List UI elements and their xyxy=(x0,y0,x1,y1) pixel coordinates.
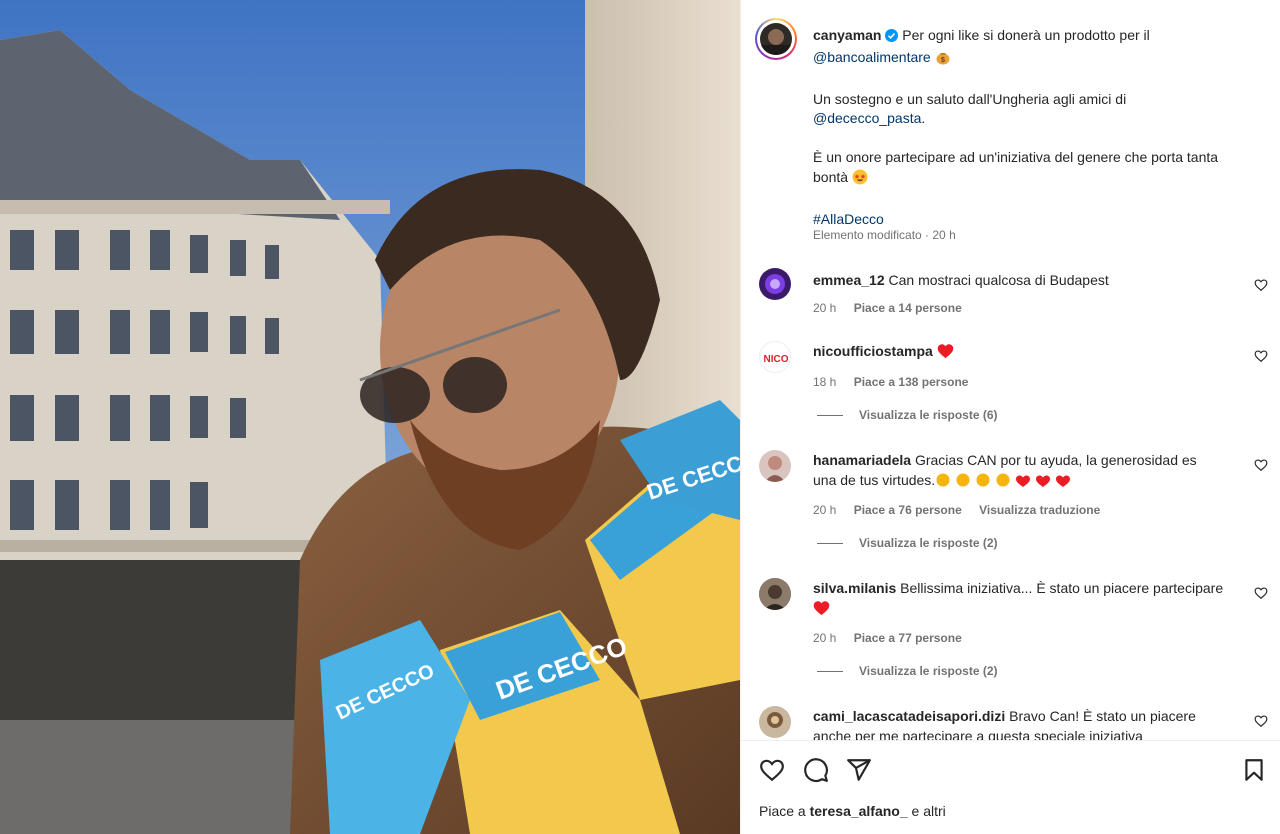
caption-line-3: È un onore partecipare ad un'iniziativa … xyxy=(813,149,1219,165)
mention-dececco-pasta[interactable]: @dececco_pasta xyxy=(813,110,921,126)
comment-time[interactable]: 20 h xyxy=(813,301,836,315)
author-avatar-ring[interactable] xyxy=(755,18,797,60)
comment-username[interactable]: cami_lacascatadeisapori.dizi xyxy=(813,708,1005,724)
view-replies-button[interactable]: Visualizza le risposte (6) xyxy=(817,408,998,422)
post-side-panel: canyaman Per ogni like si donerà un prod… xyxy=(740,0,1280,834)
comment-like-heart-icon[interactable] xyxy=(1254,714,1268,728)
red-heart-emoji-icon xyxy=(937,343,954,365)
comment-username[interactable]: hanamariadela xyxy=(813,452,911,468)
author-avatar xyxy=(760,23,792,55)
comment-avatar[interactable] xyxy=(759,578,791,610)
comment-username[interactable]: nicoufficiostampa xyxy=(813,343,933,359)
clapping-hands-emoji-icons xyxy=(935,472,1105,494)
money-bag-emoji-icon: $ xyxy=(935,49,951,71)
comment-avatar[interactable] xyxy=(759,450,791,482)
comment-avatar[interactable] xyxy=(759,706,791,738)
comment-like-heart-icon[interactable] xyxy=(1254,278,1268,292)
post-caption: canyaman Per ogni like si donerà un prod… xyxy=(813,26,1233,249)
verified-badge-icon xyxy=(885,28,899,48)
comment-text: Bravo Can! È stato un piacere xyxy=(1009,708,1196,724)
comment-likes[interactable]: Piace a 76 persone xyxy=(854,503,962,517)
liked-by-user[interactable]: teresa_alfano_ xyxy=(810,803,908,819)
comment-text: Gracias CAN por tu ayuda, la generosidad… xyxy=(914,452,1197,468)
post-image: DE CECCO DE CECCO DE CECCO xyxy=(0,0,740,834)
comment-username[interactable]: emmea_12 xyxy=(813,272,885,288)
comment-item: hanamariadela Gracias CAN por tu ayuda, … xyxy=(813,451,1233,521)
comment-text: Bellissima iniziativa... È stato un piac… xyxy=(900,580,1224,596)
comment-item: silva.milanis Bellissima iniziativa... È… xyxy=(813,579,1233,649)
svg-text:$: $ xyxy=(941,57,945,64)
comment-likes[interactable]: Piace a 77 persone xyxy=(854,631,962,645)
post-actions-bar: Piace a teresa_alfano_ e altri xyxy=(741,740,1280,834)
comment-likes[interactable]: Piace a 14 persone xyxy=(854,301,962,315)
comment-bubble-icon[interactable] xyxy=(803,757,829,783)
comment-avatar[interactable]: NICO xyxy=(759,341,791,373)
comment-text: Can mostraci qualcosa di Budapest xyxy=(888,272,1109,288)
view-translation-link[interactable]: Visualizza traduzione xyxy=(979,503,1100,517)
post-photo[interactable]: DE CECCO DE CECCO DE CECCO xyxy=(0,0,740,834)
comment-item: emmea_12 Can mostraci qualcosa di Budape… xyxy=(813,271,1233,318)
caption-line-1: Per ogni like si donerà un prodotto per … xyxy=(902,27,1150,43)
svg-text:NICO: NICO xyxy=(764,354,789,365)
like-heart-icon[interactable] xyxy=(759,757,785,783)
comment-like-heart-icon[interactable] xyxy=(1254,586,1268,600)
view-replies-button[interactable]: Visualizza le risposte (2) xyxy=(817,536,998,550)
comment-username[interactable]: silva.milanis xyxy=(813,580,896,596)
comment-likes[interactable]: Piace a 138 persone xyxy=(854,375,969,389)
edited-timestamp: Elemento modificato · 20 h xyxy=(813,228,956,242)
liked-by-summary[interactable]: Piace a teresa_alfano_ e altri xyxy=(759,803,946,819)
comment-avatar[interactable] xyxy=(759,268,791,300)
save-bookmark-icon[interactable] xyxy=(1241,757,1267,783)
author-username[interactable]: canyaman xyxy=(813,27,881,43)
comment-like-heart-icon[interactable] xyxy=(1254,458,1268,472)
caption-line-2: Un sostegno e un saluto dall'Ungheria ag… xyxy=(813,90,1127,107)
red-heart-emoji-icon xyxy=(813,600,830,622)
share-paper-plane-icon[interactable] xyxy=(846,757,872,783)
comments-scroll-area[interactable]: canyaman Per ogni like si donerà un prod… xyxy=(741,0,1280,740)
comment-item: nicoufficiostampa 18 h Piace a 138 perso… xyxy=(813,342,1233,392)
comment-item: cami_lacascatadeisapori.dizi Bravo Can! … xyxy=(813,707,1233,740)
comment-time[interactable]: 20 h xyxy=(813,631,836,645)
view-replies-button[interactable]: Visualizza le risposte (2) xyxy=(817,664,998,678)
mention-bancoalimentare[interactable]: @bancoalimentare xyxy=(813,49,931,65)
comment-text-2: anche per me partecipare a questa specia… xyxy=(813,727,1143,741)
comment-time[interactable]: 20 h xyxy=(813,503,836,517)
comment-text-2: una de tus virtudes. xyxy=(813,471,936,488)
caption-line-3b: bontà xyxy=(813,168,849,185)
comment-time[interactable]: 18 h xyxy=(813,375,836,389)
comment-like-heart-icon[interactable] xyxy=(1254,349,1268,363)
hashtag-alladecco[interactable]: #AllaDecco xyxy=(813,211,884,227)
star-struck-emoji-icon xyxy=(852,169,868,191)
